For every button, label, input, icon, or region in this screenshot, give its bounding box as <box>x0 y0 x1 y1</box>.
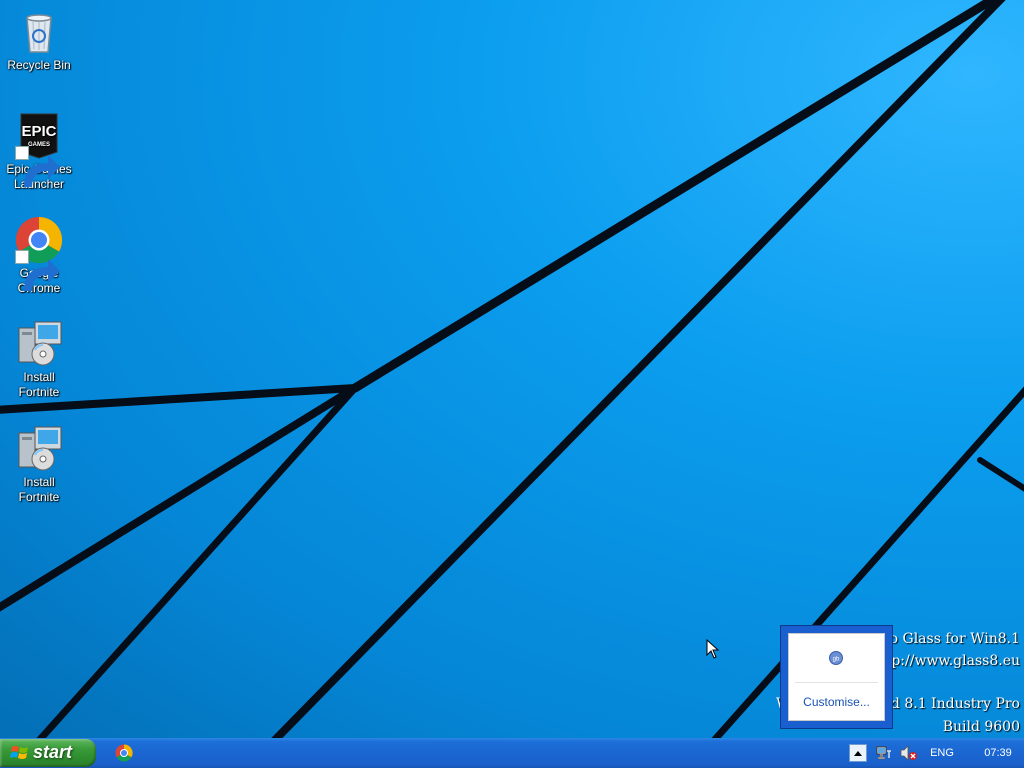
divider <box>795 682 878 683</box>
tray-overflow-popup: gb Customise... <box>780 625 893 729</box>
clock[interactable]: 07:39 <box>974 738 1022 768</box>
tray-expand-button[interactable] <box>848 738 868 768</box>
start-button[interactable]: start <box>0 739 96 767</box>
desktop-icon-install-fortnite[interactable]: Install Fortnite <box>2 320 76 400</box>
system-tray: ENG 07:39 <box>824 738 1024 768</box>
desktop-icon-label: Install Fortnite <box>18 370 60 399</box>
watermark-line: ero Glass for Win8.1 <box>874 631 1020 647</box>
mouse-cursor-icon <box>706 639 720 659</box>
watermark-line: ded 8.1 Industry Pro <box>873 696 1020 712</box>
desktop-icon-install-fortnite[interactable]: Install Fortnite <box>2 425 76 505</box>
desktop[interactable]: Recycle Bin EPIC GAMES Epic Games Launch… <box>0 0 1024 738</box>
network-icon[interactable] <box>874 738 894 768</box>
installer-icon <box>15 425 63 473</box>
shortcut-arrow-icon <box>15 250 60 291</box>
language-indicator[interactable]: ENG <box>924 738 960 768</box>
start-label: start <box>33 742 73 762</box>
aero-glass-icon[interactable]: gb <box>829 651 843 665</box>
desktop-icon-label: Install Fortnite <box>18 475 60 504</box>
installer-icon <box>15 320 63 368</box>
desktop-icon-label: Recycle Bin <box>7 58 71 72</box>
customise-link[interactable]: Customise... <box>789 695 884 709</box>
volume-muted-icon[interactable] <box>898 738 920 768</box>
epic-games-icon: EPIC GAMES <box>15 112 63 187</box>
chevron-up-icon <box>849 744 867 762</box>
watermark-line: ttp://www.glass8.eu <box>880 653 1020 669</box>
desktop-icon-epic-games[interactable]: EPIC GAMES Epic Games Launcher <box>2 112 76 192</box>
chrome-icon <box>15 216 63 291</box>
desktop-icon-google-chrome[interactable]: Google Chrome <box>2 216 76 296</box>
chrome-icon[interactable] <box>115 744 133 762</box>
recycle-bin-icon <box>15 8 63 56</box>
svg-text:EPIC: EPIC <box>21 123 56 140</box>
shortcut-arrow-icon <box>15 146 60 187</box>
taskbar: start ENG 07:39 <box>0 738 1024 768</box>
aero-glass-icon-text: gb <box>833 657 840 663</box>
desktop-icon-recycle-bin[interactable]: Recycle Bin <box>2 8 76 73</box>
tray-overflow-panel: gb Customise... <box>788 633 885 721</box>
windows-logo-icon <box>10 746 28 759</box>
watermark-line: Build 9600 <box>942 719 1020 735</box>
